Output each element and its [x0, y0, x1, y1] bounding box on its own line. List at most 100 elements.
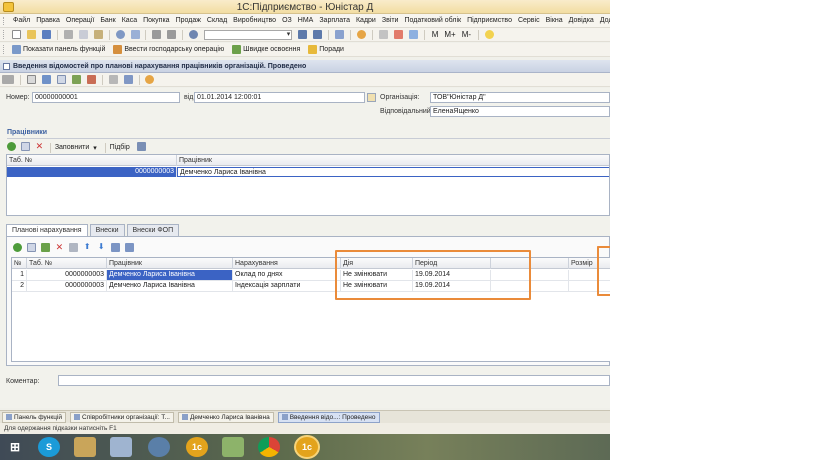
tab-contributions[interactable]: Внески: [89, 224, 125, 236]
sort-asc-icon[interactable]: [110, 243, 120, 252]
open-folder-icon[interactable]: [26, 30, 36, 39]
movements-icon[interactable]: [71, 75, 81, 84]
edit-accrual-icon[interactable]: [40, 243, 50, 252]
lightbulb-icon[interactable]: [484, 30, 494, 39]
menu-bank[interactable]: Банк: [97, 14, 118, 24]
search-combo[interactable]: [204, 30, 293, 40]
preview-icon[interactable]: [130, 30, 140, 39]
people-icon[interactable]: [136, 142, 146, 151]
actions-menu-icon[interactable]: [2, 75, 14, 84]
copy-icon[interactable]: [78, 30, 88, 39]
end-edit-icon[interactable]: [68, 243, 78, 252]
menu-tax[interactable]: Податковий облік: [401, 14, 464, 24]
responsible-field[interactable]: ЕленаЯщенко: [430, 106, 610, 117]
report-icon[interactable]: [123, 75, 133, 84]
quick-learning-button[interactable]: Швидке освоєння: [243, 43, 300, 53]
tab-fop-contributions[interactable]: Внески ФОП: [126, 224, 180, 236]
menu-salary[interactable]: Зарплата: [316, 14, 353, 24]
save-icon[interactable]: [41, 30, 51, 39]
number-field[interactable]: 00000000001: [32, 92, 180, 103]
undo-icon[interactable]: [152, 30, 162, 39]
menu-cash[interactable]: Каса: [119, 14, 140, 24]
move-up-icon[interactable]: ⬆: [83, 243, 92, 252]
delete-accrual-icon[interactable]: ✕: [55, 243, 64, 252]
row2-employee[interactable]: Демченко Лариса Іванівна: [107, 281, 233, 291]
find-icon[interactable]: [189, 30, 199, 39]
redo-icon[interactable]: [167, 30, 177, 39]
organization-field[interactable]: ТОВ"Юністар Д": [430, 92, 610, 103]
col-row-number[interactable]: №: [12, 258, 27, 269]
onec-app-icon[interactable]: 1с: [186, 437, 208, 457]
calculator-icon[interactable]: [335, 30, 345, 39]
menu-production[interactable]: Виробництво: [230, 14, 279, 24]
doc-help-icon[interactable]: [145, 75, 155, 84]
window-tab-functions[interactable]: Панель функцій: [2, 412, 67, 423]
menu-extra[interactable]: Додаткові з: [597, 14, 610, 24]
text-doc-icon[interactable]: [408, 30, 418, 39]
menu-purchase[interactable]: Покупка: [140, 14, 172, 24]
document-app-icon[interactable]: [110, 437, 132, 457]
tips-button[interactable]: Поради: [319, 43, 344, 53]
employee-tab-cell[interactable]: 0000000003: [7, 167, 177, 177]
chrome-icon[interactable]: [258, 437, 280, 457]
add-row-icon[interactable]: [7, 142, 16, 151]
help-icon[interactable]: [356, 30, 366, 39]
copy-row-icon[interactable]: [20, 142, 30, 151]
structure-icon[interactable]: [86, 75, 96, 84]
delete-row-icon[interactable]: ✕: [35, 142, 44, 151]
menu-intangibles[interactable]: НМА: [295, 14, 317, 24]
show-panel-button[interactable]: Показати панель функцій: [23, 43, 105, 53]
menu-enterprise[interactable]: Підприємство: [464, 14, 515, 24]
print-form-icon[interactable]: [108, 75, 118, 84]
move-down-icon[interactable]: ⬇: [97, 243, 106, 252]
menu-edit[interactable]: Правка: [33, 14, 63, 24]
explorer-icon[interactable]: [74, 437, 96, 457]
row2-accrual[interactable]: Індексація зарплати: [233, 281, 341, 291]
calendar-button-icon[interactable]: [367, 93, 376, 102]
menu-reports[interactable]: Звіти: [379, 14, 402, 24]
sort-desc-icon[interactable]: [124, 243, 134, 252]
employee-name-cell[interactable]: Демченко Лариса Іванівна: [177, 167, 609, 177]
search-prev-icon[interactable]: [313, 30, 323, 39]
table-icon[interactable]: [393, 30, 403, 39]
paint-icon[interactable]: [222, 437, 244, 457]
menu-sales[interactable]: Продаж: [173, 14, 204, 24]
memory-plus-button[interactable]: M+: [444, 28, 455, 39]
row1-accrual[interactable]: Оклад по днях: [233, 270, 341, 280]
add-accrual-icon[interactable]: [13, 243, 22, 252]
print-icon[interactable]: [115, 30, 125, 39]
fill-button[interactable]: Заповнити: [55, 141, 89, 151]
col-employee[interactable]: Працівник: [177, 155, 609, 166]
mail-icon[interactable]: [148, 437, 170, 457]
comment-field[interactable]: [58, 375, 610, 386]
menu-file[interactable]: Файл: [10, 14, 33, 24]
window-tab-person[interactable]: Демченко Лариса Іванівна: [177, 412, 274, 423]
col-employee[interactable]: Працівник: [107, 258, 233, 269]
copy-accrual-icon[interactable]: [26, 243, 36, 252]
menu-fixed-assets[interactable]: ОЗ: [279, 14, 295, 24]
col-tab-number[interactable]: Таб. №: [27, 258, 107, 269]
skype-icon[interactable]: S: [38, 437, 60, 457]
copy-doc-icon[interactable]: [41, 75, 51, 84]
search-next-icon[interactable]: [298, 30, 308, 39]
calendar-icon[interactable]: [378, 30, 388, 39]
memory-button[interactable]: M: [432, 28, 439, 39]
cut-icon[interactable]: [63, 30, 73, 39]
memory-minus-button[interactable]: M-: [462, 28, 471, 39]
onec-active-icon[interactable]: 1с: [296, 437, 318, 457]
row1-employee[interactable]: Демченко Лариса Іванівна: [107, 270, 233, 280]
menu-warehouse[interactable]: Склад: [204, 14, 230, 24]
select-button[interactable]: Підбір: [110, 141, 130, 151]
post-icon[interactable]: [26, 75, 36, 84]
new-document-icon[interactable]: [11, 30, 21, 39]
window-tab-employees[interactable]: Співробітники організації: Т...: [70, 412, 174, 423]
window-tab-document[interactable]: Введення відо...: Проведено: [277, 412, 380, 423]
menu-help[interactable]: Довідка: [566, 14, 597, 24]
row2-tab[interactable]: 0000000003: [27, 281, 107, 291]
enter-operation-button[interactable]: Ввести господарську операцію: [124, 43, 224, 53]
fill-dropdown-icon[interactable]: ▾: [93, 141, 97, 152]
date-field[interactable]: 01.01.2014 12:00:01: [194, 92, 365, 103]
edit-doc-icon[interactable]: [56, 75, 66, 84]
menu-windows[interactable]: Вікна: [543, 14, 566, 24]
col-tab-number[interactable]: Таб. №: [7, 155, 177, 166]
